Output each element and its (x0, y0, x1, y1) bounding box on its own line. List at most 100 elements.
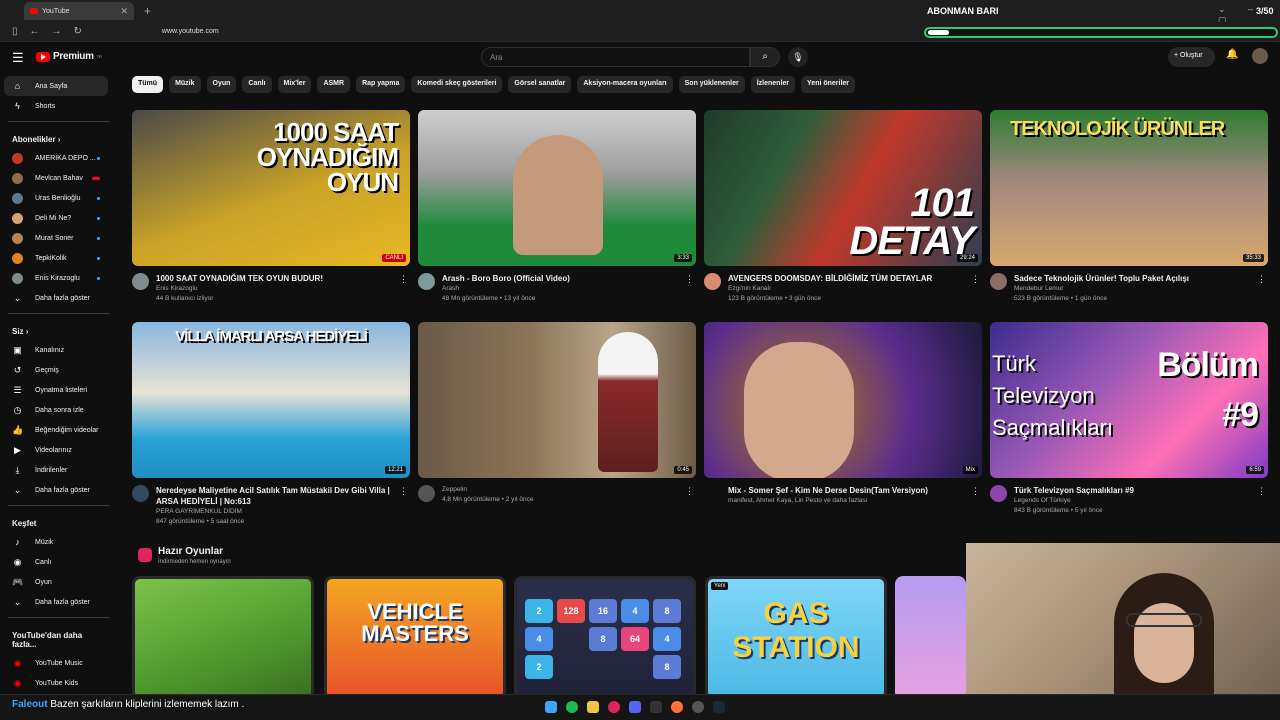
filter-chip[interactable]: Son yüklenenler (678, 76, 745, 93)
filter-chip[interactable]: ASMR (317, 76, 351, 93)
sidebar-section-header[interactable]: YouTube'dan daha fazla... (0, 623, 118, 653)
more-options-icon[interactable]: ⋮ (971, 274, 980, 285)
video-card[interactable]: Türk Televizyon Saçmalıkları Bölüm #9 6:59… (990, 322, 1268, 528)
sidebar-item[interactable]: ♪ Müzik (0, 532, 118, 552)
sidebar-item[interactable]: ▣ Kanalınız (0, 340, 118, 360)
steam-icon[interactable] (713, 701, 725, 713)
sidebar-item[interactable]: ▶ Videolarınız (0, 440, 118, 460)
sidebar-item[interactable]: ⌄ Daha fazla göster (0, 480, 118, 500)
sidebar-item[interactable]: ◷ Daha sonra izle (0, 400, 118, 420)
sidebar-item[interactable]: AMERİKA DEPO ... (0, 148, 118, 168)
channel-name[interactable]: Zeppelin (442, 486, 467, 493)
sidebar-item[interactable]: ↺ Geçmiş (0, 360, 118, 380)
video-card[interactable]: 3:33 Arash - Boro Boro (Official Video) Ar… (418, 110, 696, 316)
channel-avatar[interactable] (990, 485, 1007, 502)
video-thumbnail[interactable]: TEKNOLOJİK ÜRÜNLER 35:33 (990, 110, 1268, 266)
sidebar-section-header[interactable]: Siz › (0, 319, 118, 340)
video-title[interactable]: 1000 SAAT OYNADIĞIM TEK OYUN BUDUR! (156, 273, 396, 284)
reload-icon[interactable]: ↻ (74, 26, 82, 37)
channel-avatar[interactable] (990, 273, 1007, 290)
account-avatar[interactable] (1252, 48, 1268, 64)
sidebar-item[interactable]: ⌂ Ana Sayfa (4, 76, 108, 96)
channel-name[interactable]: Legends Of Türkiye (1014, 497, 1071, 504)
game-card[interactable]: 2 128 16 4 8 4 8 64 4 2 8 (514, 576, 696, 700)
sidebar-section-header[interactable]: Abonelikler › (0, 127, 118, 148)
video-card[interactable]: VİLLA İMARLI ARSA HEDİYELİ 12:21 Neredeyse… (132, 322, 410, 528)
more-options-icon[interactable]: ⋮ (399, 274, 408, 285)
game-card[interactable]: GAS STATION Yeni (705, 576, 887, 700)
filter-chip[interactable]: Yeni öneriler (801, 76, 856, 93)
sidebar-item[interactable]: Deli Mi Ne? (0, 208, 118, 228)
filter-chip[interactable]: Müzik (169, 76, 201, 93)
game-card[interactable]: VEHICLE MASTERS (324, 576, 506, 700)
sidebar-item[interactable]: ⌄ Daha fazla göster (0, 592, 118, 612)
more-options-icon[interactable]: ⋮ (685, 274, 694, 285)
filter-chip[interactable]: Tümü (132, 76, 164, 93)
browser-tab[interactable]: YouTube ✕ (24, 2, 134, 20)
video-card[interactable]: TEKNOLOJİK ÜRÜNLER 35:33 Sadece Teknolojik… (990, 110, 1268, 316)
more-options-icon[interactable]: ⋮ (685, 486, 694, 497)
sidebar-item[interactable]: TepkiKolik (0, 248, 118, 268)
channel-name[interactable]: Mendebur Lemur (1014, 285, 1064, 292)
filter-chip[interactable]: Canlı (242, 76, 272, 93)
filter-chip[interactable]: Görsel sanatlar (508, 76, 572, 93)
folder-icon[interactable] (587, 701, 599, 713)
sidebar-toggle-icon[interactable]: ▯ (12, 26, 18, 37)
video-title[interactable]: AVENGERS DOOMSDAY: BİLDİĞİMİZ TÜM DETAYL… (728, 273, 968, 284)
close-tab-icon[interactable]: ✕ (120, 6, 128, 17)
sidebar-item[interactable]: ϟ Shorts (0, 96, 118, 116)
video-card[interactable]: 0:45 Zeppelin 4,8 Mn görüntüleme • 2 yıl ö… (418, 322, 696, 528)
sidebar-section-header[interactable]: Keşfet (0, 511, 118, 532)
channel-avatar[interactable] (704, 273, 721, 290)
more-options-icon[interactable]: ⋮ (399, 486, 408, 497)
video-thumbnail[interactable]: 101 DETAY 29:24 (704, 110, 982, 266)
video-thumbnail[interactable]: 3:33 (418, 110, 696, 266)
firefox-icon[interactable] (671, 701, 683, 713)
search-input[interactable]: Ara (481, 47, 750, 67)
sidebar-item[interactable]: 🎮 Oyun (0, 572, 118, 592)
forward-icon[interactable]: → (52, 26, 62, 37)
voice-search-button[interactable]: 🎙 (788, 47, 808, 67)
menu-icon[interactable]: ☰ (12, 50, 24, 66)
video-thumbnail[interactable]: VİLLA İMARLI ARSA HEDİYELİ 12:21 (132, 322, 410, 478)
filter-chip[interactable]: İzlenenler (750, 76, 796, 93)
terminal-icon[interactable] (650, 701, 662, 713)
obs-icon[interactable] (692, 701, 704, 713)
filter-chip[interactable]: Aksiyon-macera oyunları (577, 76, 673, 93)
channel-avatar[interactable] (418, 485, 435, 502)
video-card[interactable]: Mix Mix - Somer Şef - Kim Ne Derse Desin(… (704, 322, 982, 528)
video-title[interactable]: Türk Televizyon Saçmalıkları #9 (1014, 485, 1254, 496)
game-card[interactable] (132, 576, 314, 700)
channel-name[interactable]: Enis Kirazoglu (156, 285, 198, 292)
sidebar-item[interactable]: ⌄ Daha fazla göster (0, 288, 118, 308)
sidebar-item[interactable]: ◉ YouTube Kids (0, 673, 118, 693)
youtube-logo[interactable]: Premium TR (36, 51, 102, 62)
video-thumbnail[interactable]: Türk Televizyon Saçmalıkları Bölüm #9 6:59 (990, 322, 1268, 478)
sidebar-item[interactable]: Mevlcan Bahav (0, 168, 118, 188)
channel-name[interactable]: Arash (442, 285, 459, 292)
more-options-icon[interactable]: ⋮ (971, 486, 980, 497)
filter-chip[interactable]: Oyun (206, 76, 237, 93)
video-title[interactable]: Neredeyse Maliyetine Acil Satılık Tam Mü… (156, 485, 396, 507)
channel-name[interactable]: PERA GAYRİMENKUL DİDİM (156, 508, 242, 515)
channel-name[interactable]: manifest, Ahmet Kaya, Lin Pesto ve daha … (728, 497, 867, 504)
video-card[interactable]: 101 DETAY 29:24 AVENGERS DOOMSDAY: BİLDİĞİ… (704, 110, 982, 316)
game-card-partial[interactable] (895, 576, 966, 700)
notifications-bell-icon[interactable]: 🔔 (1226, 49, 1238, 60)
sidebar-item[interactable]: ☰ Oynatma listeleri (0, 380, 118, 400)
back-icon[interactable]: ← (30, 26, 40, 37)
filter-chip[interactable]: Mix'ler (277, 76, 312, 93)
channel-avatar[interactable] (132, 273, 149, 290)
video-title[interactable]: Mix - Somer Şef - Kim Ne Derse Desin(Tam… (728, 485, 968, 496)
video-card[interactable]: 1000 SAAT OYNADIĞIM OYUN CANLI 1000 SAAT O… (132, 110, 410, 316)
more-options-icon[interactable]: ⋮ (1257, 274, 1266, 285)
sidebar-item[interactable]: Enis Kirazoglu (0, 268, 118, 288)
sidebar-item[interactable]: ⤓ İndirilenler (0, 460, 118, 480)
url-field[interactable]: www.youtube.com (162, 28, 219, 35)
search-button[interactable]: ⌕ (750, 47, 780, 67)
channel-name[interactable]: Ezgi'nin Kanalı (728, 285, 771, 292)
sidebar-item[interactable]: ◉ Canlı (0, 552, 118, 572)
spotify-icon[interactable] (566, 701, 578, 713)
discord-icon[interactable] (629, 701, 641, 713)
filter-chip[interactable]: Komedi skeç gösterileri (411, 76, 503, 93)
